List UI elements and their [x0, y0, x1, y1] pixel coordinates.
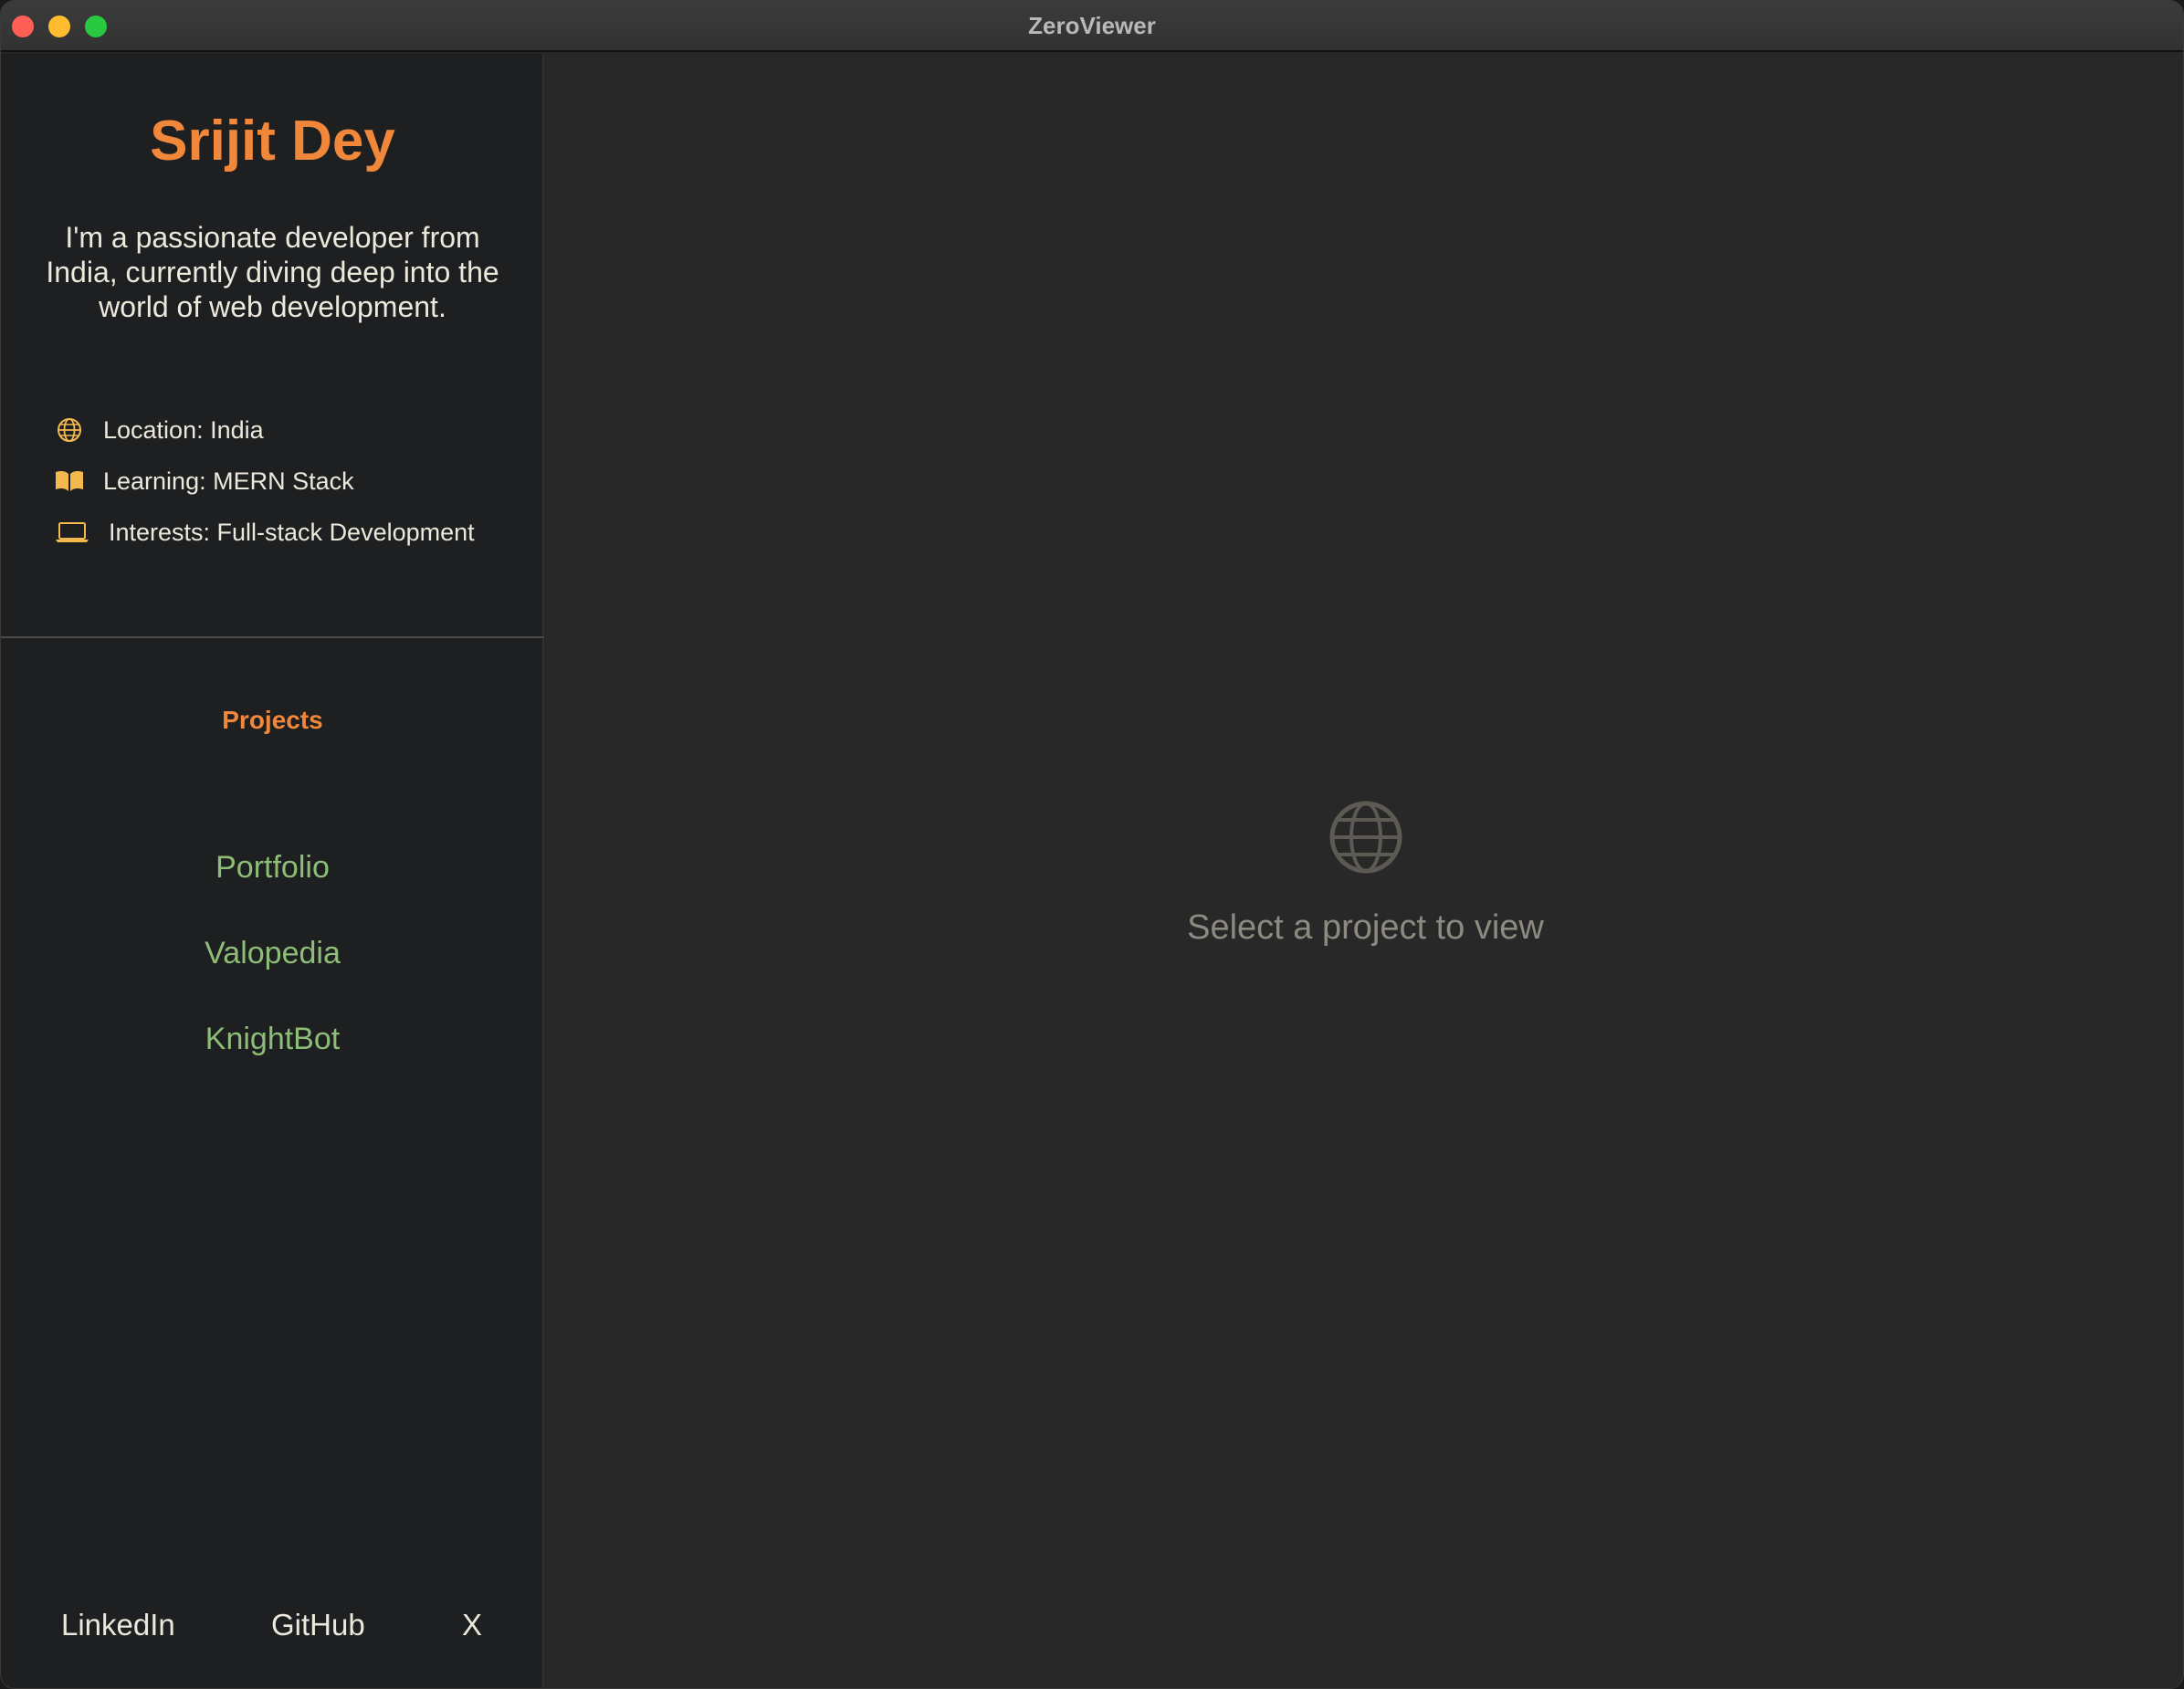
project-item-valopedia[interactable]: Valopedia: [1, 936, 544, 971]
info-interests: Interests: Full-stack Development: [54, 507, 475, 558]
profile-bio: I'm a passionate developer from India, c…: [46, 221, 499, 323]
info-location: Location: India: [54, 404, 475, 456]
social-links: LinkedIn GitHub X: [1, 1608, 544, 1648]
globe-icon: [1329, 801, 1402, 874]
empty-state: Select a project to view: [546, 799, 2183, 948]
info-learning: Learning: MERN Stack: [54, 456, 475, 507]
empty-state-text: Select a project to view: [1187, 908, 1544, 947]
x-link[interactable]: X: [462, 1608, 482, 1642]
app-window: ZeroViewer Srijit Dey I'm a passionate d…: [0, 0, 2184, 1689]
globe-icon: [54, 414, 85, 446]
laptop-icon: [54, 517, 90, 548]
window-title: ZeroViewer: [1028, 12, 1156, 39]
profile-info-list: Location: India Learning: MERN Stack Int…: [54, 404, 475, 558]
title-bar[interactable]: ZeroViewer: [1, 1, 2183, 52]
linkedin-link[interactable]: LinkedIn: [61, 1608, 175, 1642]
sidebar-divider: [1, 636, 544, 638]
book-icon: [54, 466, 85, 497]
profile-name: Srijit Dey: [150, 110, 395, 173]
info-location-text: Location: India: [103, 415, 264, 444]
project-item-knightbot[interactable]: KnightBot: [1, 1022, 544, 1057]
sidebar: Srijit Dey I'm a passionate developer fr…: [1, 54, 544, 1688]
info-learning-text: Learning: MERN Stack: [103, 467, 354, 495]
info-interests-text: Interests: Full-stack Development: [109, 518, 475, 546]
project-viewer: Select a project to view: [546, 54, 2183, 1688]
projects-heading: Projects: [222, 706, 323, 734]
github-link[interactable]: GitHub: [271, 1608, 365, 1642]
project-item-portfolio[interactable]: Portfolio: [1, 850, 544, 886]
